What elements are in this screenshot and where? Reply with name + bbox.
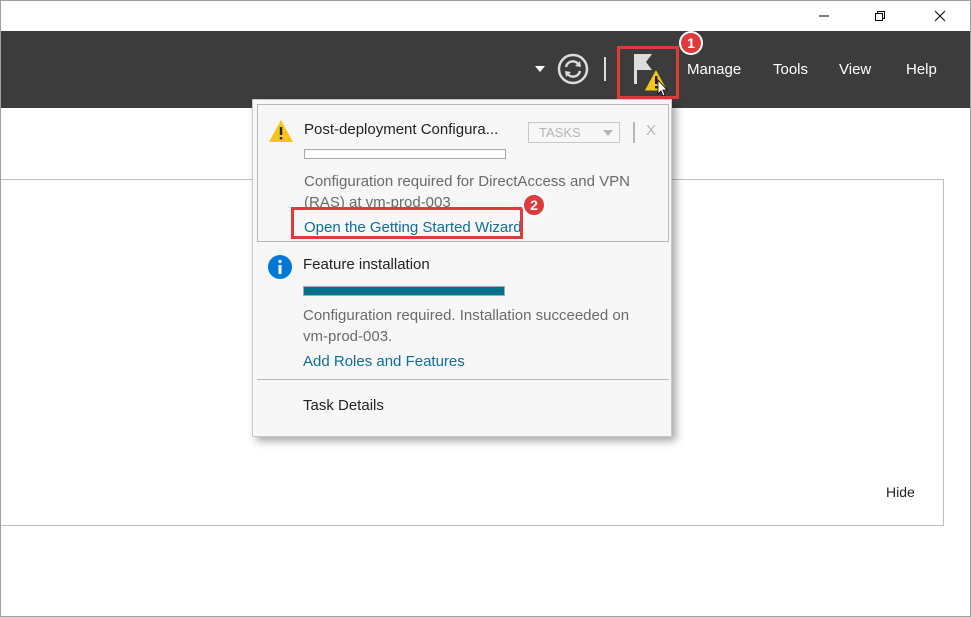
add-roles-and-features-link[interactable]: Add Roles and Features	[303, 353, 465, 370]
warning-icon	[269, 120, 293, 142]
menu-manage[interactable]: Manage	[687, 61, 741, 78]
notification-description: Configuration required for DirectAccess …	[304, 173, 630, 211]
progress-fill	[304, 287, 504, 295]
annotation-badge-2: 2	[522, 193, 546, 217]
caret-down-icon	[603, 130, 613, 136]
open-getting-started-wizard-link[interactable]: Open the Getting Started Wizard	[304, 219, 522, 236]
info-icon	[268, 255, 292, 279]
notification-post-deployment: Post-deployment Configura... TASKS X Con…	[257, 104, 669, 242]
notification-progress-bar	[303, 286, 505, 296]
notification-description: Configuration required. Installation suc…	[303, 307, 630, 345]
annotation-badge-1: 1	[679, 31, 703, 55]
tasks-separator	[633, 122, 635, 143]
tasks-dropdown[interactable]: TASKS	[528, 122, 620, 143]
caret-down-icon	[535, 66, 545, 72]
refresh-icon	[557, 53, 589, 85]
notifications-flag-button[interactable]	[617, 46, 679, 99]
restore-button[interactable]	[857, 1, 903, 31]
menu-tools[interactable]: Tools	[773, 61, 808, 78]
notification-title: Feature installation	[303, 256, 430, 273]
notification-flag-warning-icon	[634, 54, 669, 97]
close-window-button[interactable]	[917, 1, 963, 31]
notification-progress-bar	[304, 149, 506, 159]
notification-title: Post-deployment Configura...	[304, 121, 499, 138]
notifications-popup: Post-deployment Configura... TASKS X Con…	[252, 99, 672, 437]
minimize-button[interactable]	[801, 1, 847, 31]
minimize-icon	[819, 15, 829, 17]
hide-link[interactable]: Hide	[886, 484, 915, 500]
header-separator	[604, 57, 606, 81]
task-details-link[interactable]: Task Details	[303, 397, 384, 414]
restore-icon	[875, 11, 885, 21]
close-icon	[934, 10, 946, 22]
server-manager-window: Manage Tools View Help Hide Post-deploym…	[0, 0, 971, 617]
tasks-label: TASKS	[539, 125, 581, 140]
server-manager-header: Manage Tools View Help	[1, 31, 970, 108]
refresh-button[interactable]	[557, 53, 589, 85]
popup-divider	[257, 379, 669, 380]
menu-help[interactable]: Help	[906, 61, 937, 78]
dismiss-notification-button[interactable]: X	[646, 122, 656, 139]
menu-view[interactable]: View	[839, 61, 871, 78]
title-bar	[1, 1, 970, 31]
navigation-dropdown[interactable]	[532, 61, 548, 77]
